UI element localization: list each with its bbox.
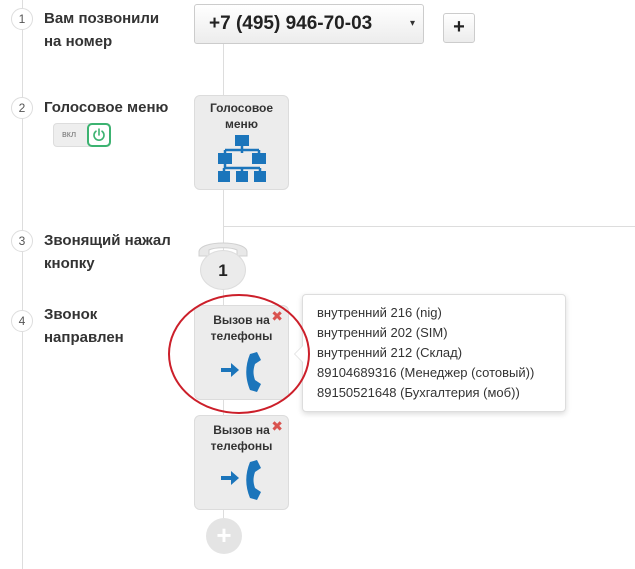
selected-phone-value: +7 (495) 946-70-03 bbox=[209, 13, 373, 34]
card-title-line: меню bbox=[224, 117, 259, 131]
popover-item: внутренний 212 (Склад) bbox=[317, 345, 463, 360]
card-title: Голосовое меню bbox=[195, 100, 288, 132]
popover-item: внутренний 216 (nig) bbox=[317, 305, 442, 320]
step-number: 4 bbox=[11, 310, 33, 332]
step-label: Вам позвонили на номер bbox=[44, 7, 159, 53]
step-number: 2 bbox=[11, 97, 33, 119]
power-icon bbox=[87, 123, 111, 147]
org-chart-icon bbox=[218, 135, 266, 182]
step-number: 1 bbox=[11, 8, 33, 30]
add-step-button[interactable]: + bbox=[206, 518, 242, 554]
phones-popover: внутренний 216 (nig) внутренний 202 (SIM… bbox=[294, 294, 566, 412]
phone-number-select[interactable]: +7 (495) 946-70-03 ▾ bbox=[194, 4, 424, 44]
call-phones-card[interactable]: Вызов на телефоны ✖ bbox=[194, 415, 289, 510]
card-title-line: Голосовое bbox=[209, 101, 274, 115]
card-title-line: телефоны bbox=[210, 439, 273, 453]
voice-menu-toggle[interactable]: вкл bbox=[53, 123, 111, 147]
step-label: Звонящий нажал кнопку bbox=[44, 229, 171, 275]
highlight-ellipse bbox=[168, 294, 310, 414]
section-divider bbox=[223, 226, 635, 227]
step-label: Голосовое меню bbox=[44, 96, 168, 119]
pressed-key[interactable]: 1 bbox=[200, 250, 246, 290]
add-number-button[interactable]: + bbox=[443, 13, 475, 43]
step-label-line: направлен bbox=[44, 329, 124, 346]
popover-item: 89104689316 (Менеджер (сотовый)) bbox=[317, 365, 535, 380]
step-label-line: Звонящий нажал bbox=[44, 232, 171, 249]
step-label-line: Звонок bbox=[44, 306, 98, 323]
popover-item: 89150521648 (Бухгалтерия (моб)) bbox=[317, 385, 520, 400]
step-label-line: Вам позвонили bbox=[44, 10, 160, 27]
step-label-line: кнопку bbox=[44, 255, 95, 272]
chevron-down-icon: ▾ bbox=[409, 18, 415, 29]
step-number: 3 bbox=[11, 230, 33, 252]
step-label-line: Голосовое меню bbox=[44, 99, 169, 116]
popover-item: внутренний 202 (SIM) bbox=[317, 325, 448, 340]
toggle-label: вкл bbox=[62, 129, 77, 139]
step-label: Звонок направлен bbox=[44, 303, 124, 349]
incoming-call-icon bbox=[221, 460, 261, 500]
timeline-line bbox=[22, 0, 23, 569]
step-label-line: на номер bbox=[44, 33, 113, 50]
voice-menu-card[interactable]: Голосовое меню bbox=[194, 95, 289, 190]
delete-icon[interactable]: ✖ bbox=[271, 419, 283, 433]
